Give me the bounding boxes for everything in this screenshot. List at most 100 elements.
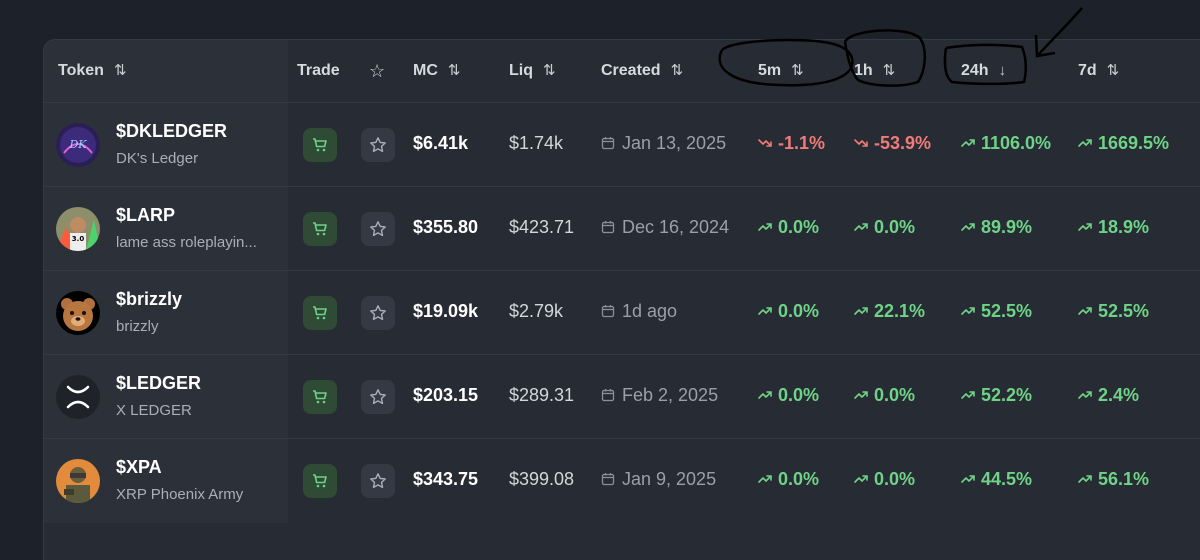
trend-up-icon [854, 469, 874, 489]
table-row[interactable]: 3.0 $LARP lame ass roleplayin... $355.80 $42… [44, 186, 1200, 271]
trend-up-icon [1078, 385, 1098, 405]
star-icon [369, 388, 387, 406]
trend-up-icon [854, 385, 874, 405]
liquidity: $423.71 [509, 217, 575, 237]
market-cap: $203.15 [413, 385, 479, 405]
change-h1: 0.0% [854, 469, 915, 490]
change-m5: -1.1% [758, 133, 825, 154]
sort-icon: ⇅ [543, 62, 556, 79]
change-h24: 52.5% [961, 301, 1032, 322]
created-date: Dec 16, 2024 [601, 217, 729, 238]
change-d7: 52.5% [1078, 301, 1149, 322]
star-icon [369, 472, 387, 490]
change-d7: 18.9% [1078, 217, 1149, 238]
change-d7: 2.4% [1078, 385, 1139, 406]
market-cap: $355.80 [413, 217, 479, 237]
change-m5: 0.0% [758, 385, 819, 406]
favorite-button[interactable] [361, 296, 395, 330]
sort-icon: ⇅ [670, 62, 684, 79]
column-header-7d[interactable]: 7d ⇅ [1078, 40, 1119, 102]
sort-icon: ⇅ [447, 62, 461, 79]
trade-button[interactable] [303, 464, 337, 498]
token-name: lame ass roleplayin... [116, 234, 257, 251]
trend-up-icon [758, 469, 778, 489]
column-header-created[interactable]: Created ⇅ [601, 40, 683, 102]
trade-button[interactable] [303, 296, 337, 330]
favorite-button[interactable] [361, 464, 395, 498]
change-h24: 1106.0% [961, 133, 1051, 154]
market-cap: $6.41k [413, 133, 469, 153]
table-row[interactable]: $brizzly brizzly $19.09k $2.79k 1d ago 0.0% 22… [44, 270, 1200, 355]
trade-button[interactable] [303, 212, 337, 246]
trend-up-icon [854, 217, 874, 237]
change-m5: 0.0% [758, 301, 819, 322]
trend-down-icon [854, 133, 874, 153]
column-header-token[interactable]: Token ⇅ [58, 40, 127, 102]
trend-down-icon [758, 133, 778, 153]
trade-button[interactable] [303, 380, 337, 414]
favorite-button[interactable] [361, 128, 395, 162]
liquidity: $1.74k [509, 133, 564, 153]
trend-up-icon [1078, 217, 1098, 237]
table-row[interactable]: DK $DKLEDGER DK's Ledger $6.41k $1.74k Jan 13… [44, 102, 1200, 187]
change-h24: 44.5% [961, 469, 1032, 490]
calendar-icon [601, 385, 622, 405]
soldier-avatar [56, 459, 100, 503]
trend-up-icon [758, 385, 778, 405]
change-h1: 0.0% [854, 217, 915, 238]
token-symbol[interactable]: $XPA [116, 457, 162, 478]
market-cap: $343.75 [413, 469, 479, 489]
column-header-24h[interactable]: 24h ↓ [961, 40, 1006, 102]
change-h1: 0.0% [854, 385, 915, 406]
svg-text:DK: DK [68, 138, 87, 151]
liquidity: $289.31 [509, 385, 575, 405]
star-icon [369, 136, 387, 154]
trend-up-icon [961, 217, 981, 237]
change-m5: 0.0% [758, 217, 819, 238]
sort-icon: ⇅ [882, 62, 896, 79]
favorite-button[interactable] [361, 212, 395, 246]
token-symbol[interactable]: $brizzly [116, 289, 182, 310]
token-symbol[interactable]: $LEDGER [116, 373, 201, 394]
table-header: Token ⇅ Trade ☆ MC ⇅ Liq ⇅ Created ⇅ 5m ⇅ 1h ⇅… [44, 40, 1200, 102]
bear-avatar [56, 291, 100, 335]
token-symbol[interactable]: $DKLEDGER [116, 121, 227, 142]
calendar-icon [601, 217, 622, 237]
token-name: DK's Ledger [116, 150, 199, 167]
market-cap: $19.09k [413, 301, 479, 321]
liquidity: $399.08 [509, 469, 575, 489]
change-h24: 52.2% [961, 385, 1032, 406]
column-header-mc[interactable]: MC ⇅ [413, 40, 460, 102]
calendar-icon [601, 301, 622, 321]
created-date: Jan 13, 2025 [601, 133, 726, 154]
column-header-1h[interactable]: 1h ⇅ [854, 40, 895, 102]
change-d7: 56.1% [1078, 469, 1149, 490]
change-h1: -53.9% [854, 133, 931, 154]
trade-button[interactable] [303, 128, 337, 162]
calendar-icon [601, 133, 622, 153]
created-date: Jan 9, 2025 [601, 469, 716, 490]
trend-up-icon [854, 301, 874, 321]
cart-icon [312, 389, 328, 405]
svg-text:3.0: 3.0 [72, 235, 85, 243]
table-row[interactable]: $LEDGER X LEDGER $203.15 $289.31 Feb 2, 2025… [44, 354, 1200, 439]
trend-up-icon [961, 133, 981, 153]
star-icon[interactable]: ☆ [369, 40, 385, 102]
token-name: X LEDGER [116, 402, 192, 419]
token-name: brizzly [116, 318, 159, 335]
token-symbol[interactable]: $LARP [116, 205, 175, 226]
sort-icon: ⇅ [113, 62, 127, 79]
column-header-liq[interactable]: Liq ⇅ [509, 40, 556, 102]
column-header-5m[interactable]: 5m ⇅ [758, 40, 804, 102]
trend-up-icon [961, 301, 981, 321]
table-row[interactable]: $XPA XRP Phoenix Army $343.75 $399.08 Jan 9,… [44, 438, 1200, 523]
favorite-button[interactable] [361, 380, 395, 414]
dk-ledger-avatar: DK [56, 123, 100, 167]
created-date: 1d ago [601, 301, 677, 322]
cart-icon [312, 137, 328, 153]
calendar-icon [601, 469, 622, 489]
change-m5: 0.0% [758, 469, 819, 490]
liquidity: $2.79k [509, 301, 564, 321]
token-name: XRP Phoenix Army [116, 486, 244, 503]
token-table: Token ⇅ Trade ☆ MC ⇅ Liq ⇅ Created ⇅ 5m ⇅ 1h ⇅… [43, 39, 1200, 560]
